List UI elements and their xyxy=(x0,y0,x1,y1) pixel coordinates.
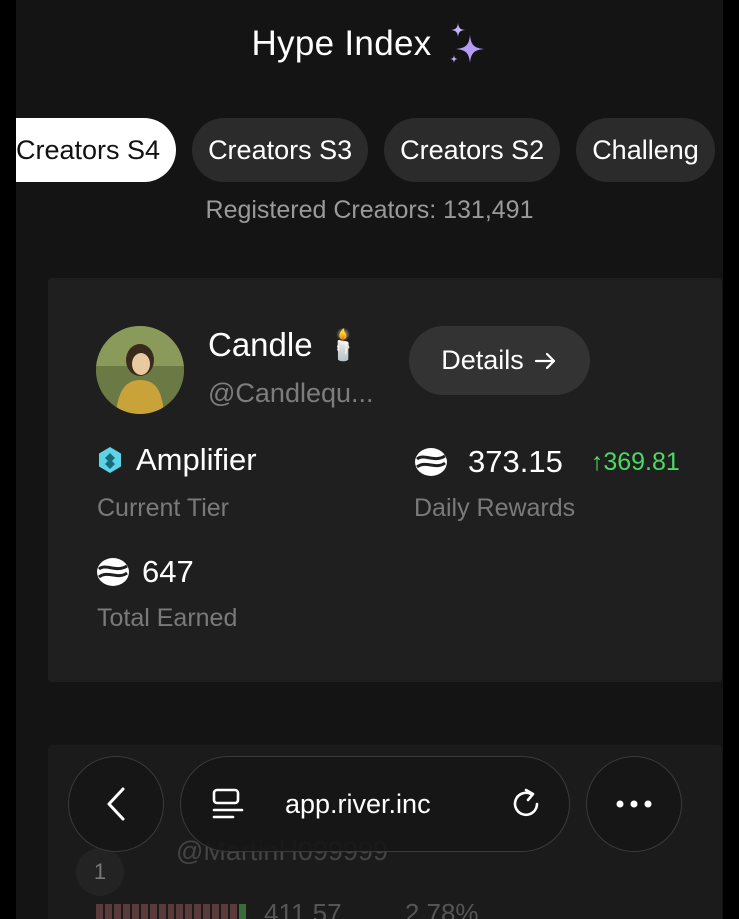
creator-name-row: Candle 🕯️ xyxy=(208,326,362,364)
activity-bars xyxy=(96,904,246,919)
chevron-left-icon xyxy=(107,787,125,821)
total-earned-value: 647 xyxy=(142,554,194,589)
next-creator-stats: 411.57 2.78% xyxy=(264,898,479,919)
daily-rewards-label: Daily Rewards xyxy=(414,494,576,522)
avatar[interactable] xyxy=(96,326,184,414)
ellipsis-icon xyxy=(616,800,652,808)
url-text: app.river.inc xyxy=(285,788,431,819)
delta-value: 369.81 xyxy=(603,447,680,476)
browser-toolbar: app.river.inc xyxy=(0,752,739,852)
tab-challenges[interactable]: Challeng xyxy=(576,118,715,182)
daily-rewards-stat: 373.15 ↑369.81 xyxy=(414,444,680,480)
page-title: Hype Index xyxy=(251,24,432,63)
page-menu-icon xyxy=(212,788,244,819)
total-earned-stat: 647 xyxy=(96,554,194,590)
back-button[interactable] xyxy=(68,756,164,852)
candle-emoji: 🕯️ xyxy=(324,327,362,363)
tab-creators-s2[interactable]: Creators S2 xyxy=(384,118,561,182)
creator-handle: @Candlequ... xyxy=(208,378,374,408)
season-tabs: Creators S4 Creators S3 Creators S2 Chal… xyxy=(16,118,715,182)
details-label: Details xyxy=(441,345,524,375)
tier-stat: Amplifier xyxy=(96,442,257,478)
header: Hype Index xyxy=(16,14,723,74)
daily-rewards-value: 373.15 xyxy=(468,444,563,479)
tier-hexagon-icon xyxy=(99,447,121,473)
sparkles-icon xyxy=(449,23,484,63)
reload-icon[interactable] xyxy=(509,787,543,821)
address-bar[interactable]: app.river.inc xyxy=(180,756,570,852)
registered-count: Registered Creators: 131,491 xyxy=(205,196,534,224)
creator-name: Candle xyxy=(208,326,313,363)
next-creator-value: 411.57 xyxy=(264,898,342,919)
creator-card: Candle 🕯️ @Candlequ... Details Amplifier… xyxy=(48,278,722,682)
tier-value: Amplifier xyxy=(136,442,257,477)
tier-label: Current Tier xyxy=(97,494,229,522)
tab-creators-s3[interactable]: Creators S3 xyxy=(192,118,369,182)
river-token-icon xyxy=(97,558,129,586)
next-creator-pct: 2.78% xyxy=(404,898,479,919)
arrow-right-icon xyxy=(534,352,555,369)
total-earned-label: Total Earned xyxy=(97,604,238,632)
more-button[interactable] xyxy=(586,756,682,852)
rank-badge: 1 xyxy=(76,848,124,896)
river-token-icon xyxy=(415,448,447,476)
details-button[interactable]: Details xyxy=(409,326,590,395)
avatar-image xyxy=(96,326,184,414)
daily-rewards-delta: ↑369.81 xyxy=(590,447,680,476)
tab-creators-s4[interactable]: Creators S4 xyxy=(16,118,177,182)
